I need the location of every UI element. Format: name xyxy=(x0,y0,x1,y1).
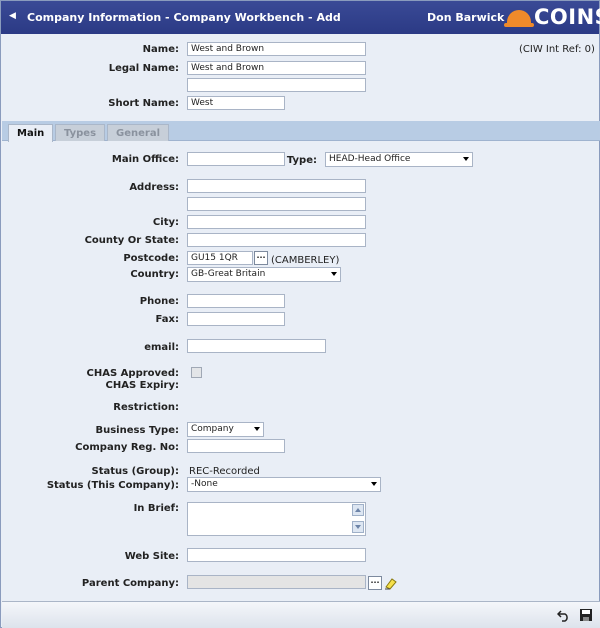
business-type-value: Company xyxy=(191,424,234,434)
name-input[interactable]: West and Brown xyxy=(187,42,366,56)
address-label: Address: xyxy=(129,182,179,193)
name-label: Name: xyxy=(142,44,179,55)
web-site-label: Web Site: xyxy=(124,551,179,562)
chas-approved-label: CHAS Approved: xyxy=(86,368,179,379)
status-group-value: REC-Recorded xyxy=(189,466,260,477)
coins-logo: COINS xyxy=(504,5,600,31)
address-line2-input[interactable] xyxy=(187,197,366,211)
parent-company-lookup-button[interactable]: ... xyxy=(368,576,382,590)
fax-label: Fax: xyxy=(155,314,179,325)
chevron-down-icon xyxy=(331,272,337,276)
city-input[interactable] xyxy=(187,215,366,229)
eraser-icon[interactable] xyxy=(384,576,398,590)
status-company-label: Status (This Company): xyxy=(46,480,179,491)
county-input[interactable] xyxy=(187,233,366,247)
save-icon[interactable] xyxy=(579,608,593,622)
main-office-input[interactable] xyxy=(187,152,285,166)
business-type-label: Business Type: xyxy=(95,425,179,436)
undo-icon[interactable] xyxy=(557,608,571,622)
legal-name-input[interactable]: West and Brown xyxy=(187,61,366,75)
address-line1-input[interactable] xyxy=(187,179,366,193)
parent-company-input xyxy=(187,575,366,589)
postcode-lookup-button[interactable]: ... xyxy=(254,251,268,265)
short-name-input[interactable]: West xyxy=(187,96,285,110)
company-reg-label: Company Reg. No: xyxy=(75,442,179,453)
scroll-up-icon[interactable] xyxy=(352,504,364,516)
restriction-label: Restriction: xyxy=(113,402,179,413)
status-company-select[interactable]: -None xyxy=(187,477,381,492)
chas-expiry-label: CHAS Expiry: xyxy=(105,380,179,391)
ciw-int-ref: (CIW Int Ref: 0) xyxy=(519,44,595,55)
legal-name-label: Legal Name: xyxy=(108,63,179,74)
type-select-value: HEAD-Head Office xyxy=(329,154,411,164)
tab-main[interactable]: Main xyxy=(8,124,54,142)
type-label: Type: xyxy=(286,155,317,166)
phone-input[interactable] xyxy=(187,294,285,308)
tab-general[interactable]: General xyxy=(107,124,169,141)
scroll-down-icon[interactable] xyxy=(352,521,364,533)
status-group-label: Status (Group): xyxy=(91,466,180,477)
type-select[interactable]: HEAD-Head Office xyxy=(325,152,473,167)
footer-bar xyxy=(2,601,600,628)
county-label: County Or State: xyxy=(84,235,179,246)
chevron-down-icon xyxy=(371,482,377,486)
in-brief-label: In Brief: xyxy=(133,503,179,514)
logo-wordmark: COINS xyxy=(534,5,600,29)
back-icon[interactable]: ◀ xyxy=(9,11,16,21)
user-name: Don Barwick xyxy=(427,11,505,24)
phone-label: Phone: xyxy=(139,296,179,307)
chas-approved-checkbox[interactable] xyxy=(191,367,202,378)
city-label: City: xyxy=(152,217,179,228)
in-brief-textarea[interactable] xyxy=(187,502,366,536)
main-office-label: Main Office: xyxy=(111,154,179,165)
country-label: Country: xyxy=(130,269,179,280)
chevron-down-icon xyxy=(254,427,260,431)
email-label: email: xyxy=(144,342,179,353)
postcode-area: (CAMBERLEY) xyxy=(271,255,340,266)
tab-bar: Main Types General xyxy=(2,121,600,142)
web-site-input[interactable] xyxy=(187,548,366,562)
tab-types[interactable]: Types xyxy=(55,124,106,141)
legal-name-input-line2[interactable] xyxy=(187,78,366,92)
chevron-down-icon xyxy=(463,157,469,161)
status-company-value: -None xyxy=(191,479,218,489)
company-reg-input[interactable] xyxy=(187,439,285,453)
parent-company-label: Parent Company: xyxy=(81,578,179,589)
business-type-select[interactable]: Company xyxy=(187,422,264,437)
company-workbench-window: ◀ Company Information - Company Workbenc… xyxy=(0,0,600,628)
postcode-input[interactable]: GU15 1QR xyxy=(187,251,253,265)
country-select[interactable]: GB-Great Britain xyxy=(187,267,341,282)
email-input[interactable] xyxy=(187,339,326,353)
postcode-label: Postcode: xyxy=(123,253,179,264)
country-select-value: GB-Great Britain xyxy=(191,269,266,279)
short-name-label: Short Name: xyxy=(108,98,179,109)
hard-hat-icon xyxy=(504,10,534,27)
fax-input[interactable] xyxy=(187,312,285,326)
title-bar: ◀ Company Information - Company Workbenc… xyxy=(1,1,600,34)
window-title: Company Information - Company Workbench … xyxy=(27,11,341,24)
